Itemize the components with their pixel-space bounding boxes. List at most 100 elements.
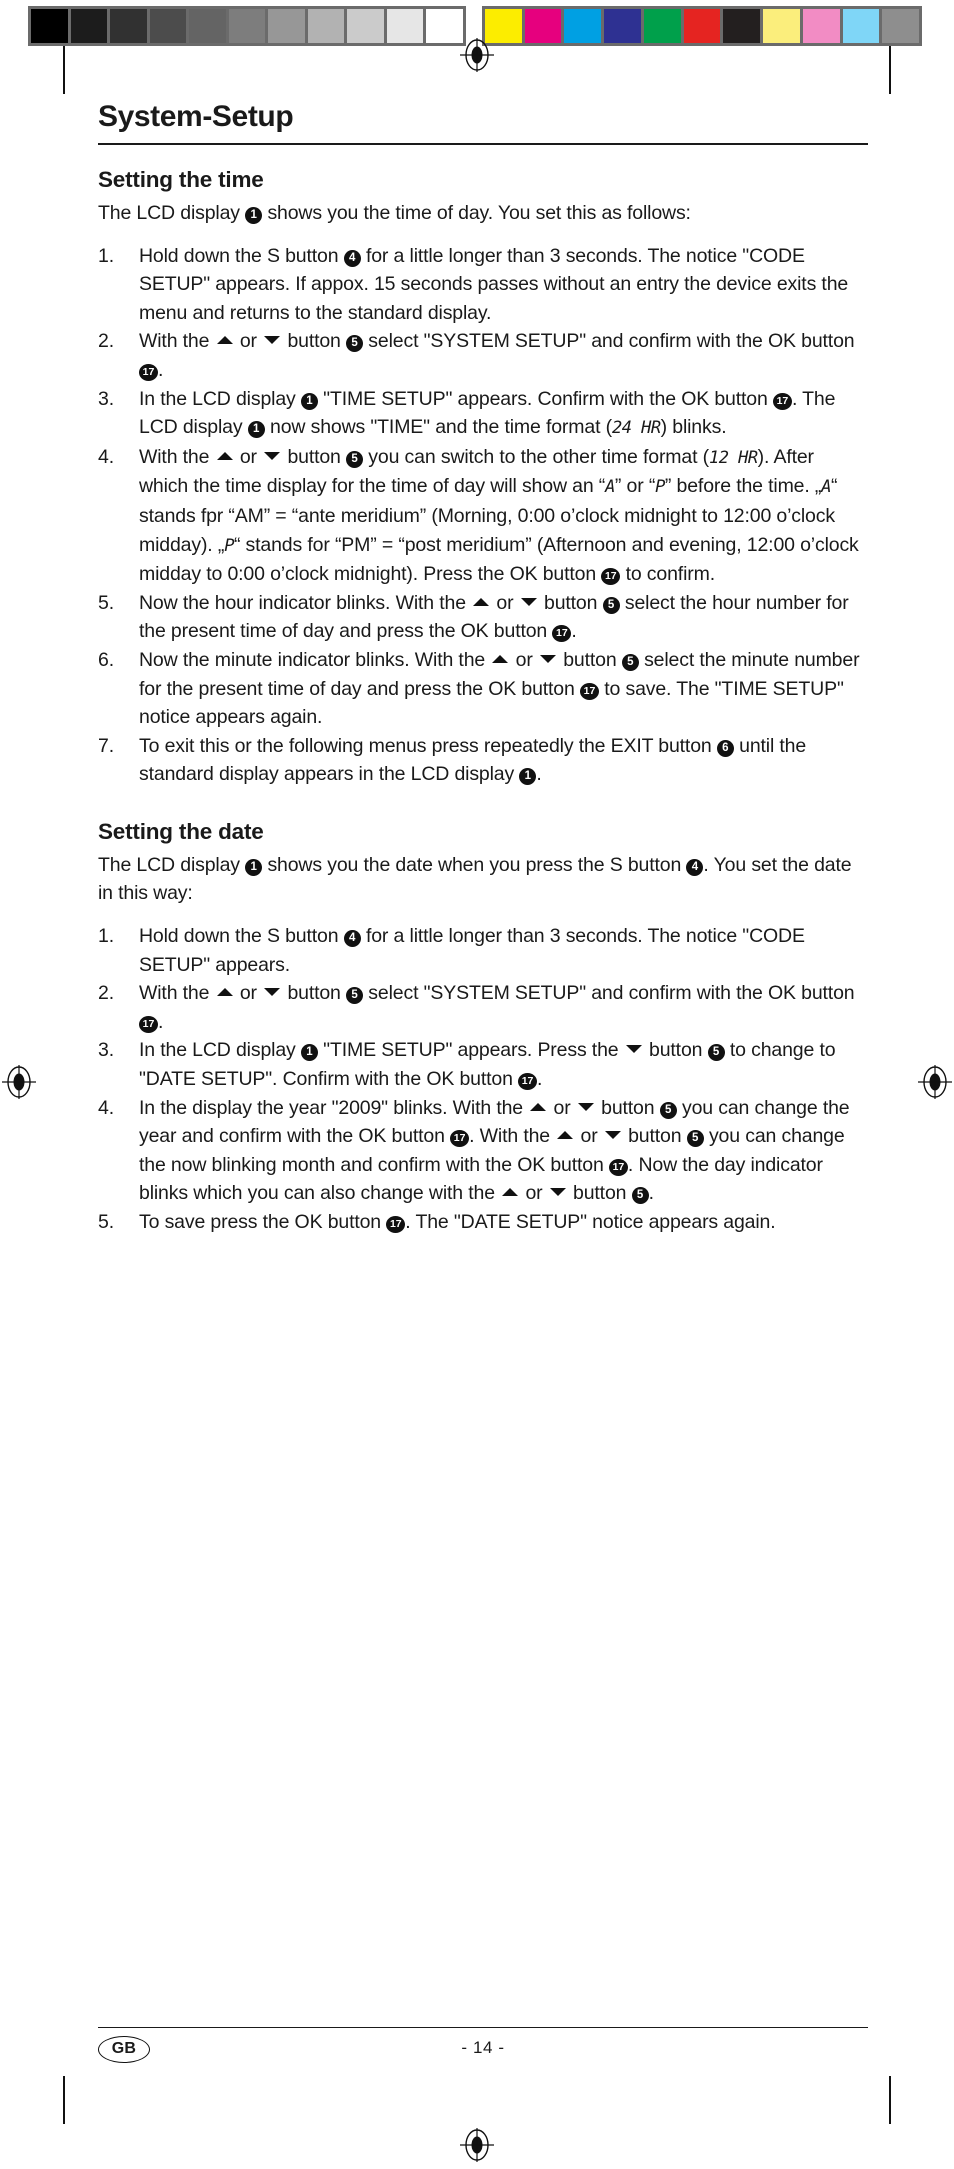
text-run: or (234, 330, 263, 353)
text-run: “ stands for “PM” = “post meridium” (Aft… (139, 533, 859, 586)
arrow-up-icon (502, 1188, 519, 1197)
lcd-text-a: A (821, 477, 831, 498)
gray-swatch (347, 9, 384, 43)
step-text: Hold down the S button 4 for a little lo… (139, 922, 868, 979)
ref-numeral-17-icon: 17 (518, 1073, 538, 1091)
arrow-up-icon (216, 451, 233, 460)
color-swatch (723, 9, 761, 43)
text-run: shows you the date when you press the S … (262, 853, 687, 876)
text-run: In the LCD display (139, 387, 301, 410)
ref-numeral-17-icon: 17 (386, 1216, 406, 1233)
step-text: Now the hour indicator blinks. With the … (139, 589, 868, 646)
text-run: button (282, 982, 347, 1005)
step-text: To exit this or the following menus pres… (139, 732, 868, 789)
step-text: With the or button 5 select "SYSTEM SETU… (139, 979, 868, 1036)
list-item: 6. Now the minute indicator blinks. With… (98, 646, 868, 732)
text-run: . (536, 763, 542, 786)
text-run: button (538, 591, 603, 614)
ref-numeral-1-icon: 1 (247, 421, 265, 439)
text-run: To exit this or the following menus pres… (139, 734, 717, 757)
gray-swatch (426, 9, 464, 43)
grayscale-wedge (28, 6, 466, 46)
color-swatch (763, 9, 800, 43)
arrow-up-icon (216, 988, 233, 997)
step-number: 5. (98, 591, 114, 614)
ref-numeral-4-icon: 4 (343, 249, 361, 267)
page-number: - 14 - (461, 2038, 505, 2057)
color-swatch (683, 9, 721, 43)
color-patch-bar (482, 6, 922, 46)
arrow-down-icon (604, 1131, 621, 1140)
arrow-down-icon (625, 1045, 642, 1054)
step-text: In the LCD display 1 "TIME SETUP" appear… (139, 1036, 868, 1093)
text-run: . With the (469, 1125, 556, 1148)
steps-list-date: 1. Hold down the S button 4 for a little… (98, 922, 868, 1237)
ref-numeral-17-icon: 17 (552, 625, 572, 643)
step-number: 1. (98, 244, 114, 267)
color-swatch (524, 9, 562, 43)
ref-numeral-6-icon: 6 (716, 739, 734, 757)
registration-mark-left (2, 1065, 36, 1099)
text-run: or (520, 1182, 548, 1205)
text-run: or (234, 445, 263, 468)
text-run: button (567, 1182, 632, 1205)
text-run: . (158, 358, 164, 381)
arrow-up-icon (473, 597, 490, 606)
crop-mark-top-right (889, 46, 891, 94)
list-item: 2. With the or button 5 select "SYSTEM S… (98, 979, 868, 1036)
ref-numeral-17-icon: 17 (139, 363, 158, 381)
list-item: 3. In the LCD display 1 "TIME SETUP" app… (98, 385, 868, 443)
text-run: The LCD display (98, 853, 246, 876)
lcd-text-p: P (224, 535, 234, 556)
lcd-text-a: A (605, 477, 615, 498)
footer-divider (98, 2027, 868, 2028)
text-run: ” before the time. „ (664, 475, 822, 498)
gray-swatch (307, 9, 345, 43)
ref-numeral-4-icon: 4 (343, 930, 361, 948)
gray-swatch (149, 9, 187, 43)
text-run: . (571, 620, 577, 643)
step-number: 3. (98, 1039, 114, 1062)
text-run: . (537, 1068, 543, 1091)
gray-swatch (70, 9, 108, 43)
arrow-down-icon (577, 1102, 594, 1111)
step-text: In the LCD display 1 "TIME SETUP" appear… (139, 385, 868, 443)
text-run: "TIME SETUP" appears. Confirm with the O… (317, 387, 773, 410)
arrow-up-icon (492, 654, 509, 663)
ref-numeral-1-icon: 1 (245, 207, 263, 224)
section-heading-setting-the-date: Setting the date (98, 818, 264, 844)
step-number: 1. (98, 925, 114, 948)
arrow-down-icon (264, 451, 281, 460)
color-swatch (882, 9, 920, 43)
text-run: select "SYSTEM SETUP" and confirm with t… (363, 982, 855, 1005)
list-item: 7. To exit this or the following menus p… (98, 732, 868, 789)
lcd-text-12hr: 12 HR (708, 447, 758, 468)
text-run: or (548, 1096, 576, 1119)
text-run: or (234, 982, 263, 1005)
page-content: System-Setup Setting the time The LCD di… (98, 100, 868, 1237)
ref-numeral-4-icon: 4 (686, 858, 704, 876)
text-run: . (158, 1010, 164, 1033)
arrow-down-icon (539, 654, 556, 663)
text-run: button (643, 1039, 708, 1062)
ref-numeral-17-icon: 17 (579, 682, 599, 700)
page-title: System-Setup (98, 100, 294, 133)
ref-numeral-17-icon: 17 (601, 568, 621, 586)
text-run: . The "DATE SETUP" notice appears again. (405, 1211, 776, 1233)
arrow-down-icon (264, 988, 281, 997)
gray-swatch (110, 9, 147, 43)
ref-numeral-17-icon: 17 (608, 1158, 628, 1176)
step-text: To save press the OK button 17. The "DAT… (139, 1208, 868, 1237)
crop-mark-top-left (63, 46, 65, 94)
text-run: In the display the year "2009" blinks. W… (139, 1096, 529, 1119)
text-run: Hold down the S button (139, 925, 344, 948)
text-run: . (648, 1182, 654, 1205)
ref-numeral-1-icon: 1 (519, 768, 537, 786)
section-intro-time: The LCD display 1 shows you the time of … (98, 199, 868, 228)
text-run: Now the minute indicator blinks. With th… (139, 648, 491, 671)
list-item: 4. With the or button 5 you can switch t… (98, 443, 868, 589)
step-number: 2. (98, 330, 114, 353)
ref-numeral-1-icon: 1 (300, 392, 318, 410)
step-text: Hold down the S button 4 for a little lo… (139, 242, 868, 328)
step-number: 5. (98, 1211, 114, 1233)
